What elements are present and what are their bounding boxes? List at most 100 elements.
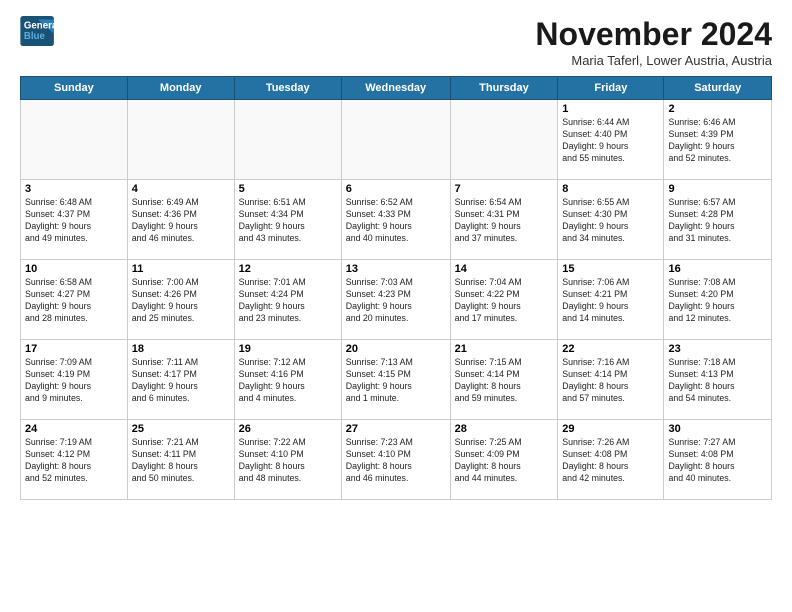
day-number: 27	[346, 423, 446, 435]
day-info: Sunrise: 7:18 AM Sunset: 4:13 PM Dayligh…	[668, 357, 767, 405]
header-thursday: Thursday	[450, 77, 558, 100]
header-saturday: Saturday	[664, 77, 772, 100]
day-number: 29	[562, 423, 659, 435]
cell-4-6: 30Sunrise: 7:27 AM Sunset: 4:08 PM Dayli…	[664, 420, 772, 500]
cell-2-1: 11 Sunrise: 7:00 AM Sunset: 4:26 PM Dayli…	[127, 260, 234, 340]
day-info: Sunrise: 7:06 AM Sunset: 4:21 PM Dayligh…	[562, 277, 659, 325]
cell-3-1: 18Sunrise: 7:11 AM Sunset: 4:17 PM Dayli…	[127, 340, 234, 420]
day-number: 24	[25, 423, 123, 435]
day-number: 9	[668, 183, 767, 195]
day-info: Sunrise: 7:00 AM Sunset: 4:26 PM Dayligh…	[132, 277, 230, 325]
day-info: Sunrise: 6:46 AM Sunset: 4:39 PM Dayligh…	[668, 117, 767, 165]
header: General Blue November 2024 Maria Taferl,…	[20, 16, 772, 68]
day-number: 18	[132, 343, 230, 355]
day-info: Sunrise: 7:12 AM Sunset: 4:16 PM Dayligh…	[239, 357, 337, 405]
day-number: 11	[132, 263, 230, 275]
day-info: Sunrise: 6:55 AM Sunset: 4:30 PM Dayligh…	[562, 197, 659, 245]
day-number: 25	[132, 423, 230, 435]
day-info: Sunrise: 6:54 AM Sunset: 4:31 PM Dayligh…	[455, 197, 554, 245]
cell-2-0: 10 Sunrise: 6:58 AM Sunset: 4:27 PM Dayli…	[21, 260, 128, 340]
day-number: 10	[25, 263, 123, 275]
cell-1-6: 9Sunrise: 6:57 AM Sunset: 4:28 PM Daylig…	[664, 180, 772, 260]
day-info: Sunrise: 6:44 AM Sunset: 4:40 PM Dayligh…	[562, 117, 659, 165]
day-info: Sunrise: 6:52 AM Sunset: 4:33 PM Dayligh…	[346, 197, 446, 245]
day-number: 20	[346, 343, 446, 355]
title-block: November 2024 Maria Taferl, Lower Austri…	[535, 16, 772, 68]
week-row-0: 1 Sunrise: 6:44 AM Sunset: 4:40 PM Daylig…	[21, 100, 772, 180]
logo: General Blue	[20, 16, 60, 46]
cell-1-4: 7Sunrise: 6:54 AM Sunset: 4:31 PM Daylig…	[450, 180, 558, 260]
day-info: Sunrise: 7:21 AM Sunset: 4:11 PM Dayligh…	[132, 437, 230, 485]
cell-2-2: 12 Sunrise: 7:01 AM Sunset: 4:24 PM Dayli…	[234, 260, 341, 340]
day-info: Sunrise: 7:26 AM Sunset: 4:08 PM Dayligh…	[562, 437, 659, 485]
cell-4-1: 25 Sunrise: 7:21 AM Sunset: 4:11 PM Dayli…	[127, 420, 234, 500]
cell-1-2: 5 Sunrise: 6:51 AM Sunset: 4:34 PM Daylig…	[234, 180, 341, 260]
logo-icon: General Blue	[20, 16, 56, 46]
day-info: Sunrise: 7:23 AM Sunset: 4:10 PM Dayligh…	[346, 437, 446, 485]
day-number: 28	[455, 423, 554, 435]
cell-2-6: 16Sunrise: 7:08 AM Sunset: 4:20 PM Dayli…	[664, 260, 772, 340]
day-number: 2	[668, 103, 767, 115]
cell-1-0: 3 Sunrise: 6:48 AM Sunset: 4:37 PM Daylig…	[21, 180, 128, 260]
header-monday: Monday	[127, 77, 234, 100]
header-wednesday: Wednesday	[341, 77, 450, 100]
day-info: Sunrise: 7:19 AM Sunset: 4:12 PM Dayligh…	[25, 437, 123, 485]
cell-1-1: 4 Sunrise: 6:49 AM Sunset: 4:36 PM Daylig…	[127, 180, 234, 260]
day-info: Sunrise: 6:51 AM Sunset: 4:34 PM Dayligh…	[239, 197, 337, 245]
cell-0-3	[341, 100, 450, 180]
page: General Blue November 2024 Maria Taferl,…	[0, 0, 792, 612]
cell-0-2	[234, 100, 341, 180]
day-info: Sunrise: 7:04 AM Sunset: 4:22 PM Dayligh…	[455, 277, 554, 325]
cell-3-2: 19 Sunrise: 7:12 AM Sunset: 4:16 PM Dayli…	[234, 340, 341, 420]
day-info: Sunrise: 7:01 AM Sunset: 4:24 PM Dayligh…	[239, 277, 337, 325]
week-row-2: 10 Sunrise: 6:58 AM Sunset: 4:27 PM Dayli…	[21, 260, 772, 340]
cell-4-2: 26 Sunrise: 7:22 AM Sunset: 4:10 PM Dayli…	[234, 420, 341, 500]
location-subtitle: Maria Taferl, Lower Austria, Austria	[535, 53, 772, 68]
cell-0-5: 1 Sunrise: 6:44 AM Sunset: 4:40 PM Daylig…	[558, 100, 664, 180]
day-info: Sunrise: 6:48 AM Sunset: 4:37 PM Dayligh…	[25, 197, 123, 245]
cell-2-5: 15 Sunrise: 7:06 AM Sunset: 4:21 PM Dayli…	[558, 260, 664, 340]
day-number: 19	[239, 343, 337, 355]
day-info: Sunrise: 6:58 AM Sunset: 4:27 PM Dayligh…	[25, 277, 123, 325]
day-info: Sunrise: 6:49 AM Sunset: 4:36 PM Dayligh…	[132, 197, 230, 245]
day-info: Sunrise: 7:25 AM Sunset: 4:09 PM Dayligh…	[455, 437, 554, 485]
cell-3-5: 22Sunrise: 7:16 AM Sunset: 4:14 PM Dayli…	[558, 340, 664, 420]
cell-3-3: 20Sunrise: 7:13 AM Sunset: 4:15 PM Dayli…	[341, 340, 450, 420]
day-number: 5	[239, 183, 337, 195]
day-number: 26	[239, 423, 337, 435]
cell-2-4: 14 Sunrise: 7:04 AM Sunset: 4:22 PM Dayli…	[450, 260, 558, 340]
day-number: 6	[346, 183, 446, 195]
day-number: 22	[562, 343, 659, 355]
day-number: 14	[455, 263, 554, 275]
month-title: November 2024	[535, 16, 772, 53]
calendar-header-row: Sunday Monday Tuesday Wednesday Thursday…	[21, 77, 772, 100]
day-number: 13	[346, 263, 446, 275]
header-tuesday: Tuesday	[234, 77, 341, 100]
day-number: 12	[239, 263, 337, 275]
cell-4-3: 27 Sunrise: 7:23 AM Sunset: 4:10 PM Dayli…	[341, 420, 450, 500]
cell-0-6: 2 Sunrise: 6:46 AM Sunset: 4:39 PM Daylig…	[664, 100, 772, 180]
day-number: 3	[25, 183, 123, 195]
svg-text:General: General	[24, 20, 56, 31]
cell-0-1	[127, 100, 234, 180]
cell-3-4: 21Sunrise: 7:15 AM Sunset: 4:14 PM Dayli…	[450, 340, 558, 420]
day-number: 8	[562, 183, 659, 195]
cell-0-4	[450, 100, 558, 180]
day-number: 17	[25, 343, 123, 355]
header-friday: Friday	[558, 77, 664, 100]
day-number: 21	[455, 343, 554, 355]
cell-2-3: 13 Sunrise: 7:03 AM Sunset: 4:23 PM Dayli…	[341, 260, 450, 340]
day-number: 15	[562, 263, 659, 275]
cell-1-3: 6 Sunrise: 6:52 AM Sunset: 4:33 PM Daylig…	[341, 180, 450, 260]
cell-3-0: 17 Sunrise: 7:09 AM Sunset: 4:19 PM Dayli…	[21, 340, 128, 420]
day-info: Sunrise: 7:03 AM Sunset: 4:23 PM Dayligh…	[346, 277, 446, 325]
day-number: 30	[668, 423, 767, 435]
week-row-3: 17 Sunrise: 7:09 AM Sunset: 4:19 PM Dayli…	[21, 340, 772, 420]
day-info: Sunrise: 7:09 AM Sunset: 4:19 PM Dayligh…	[25, 357, 123, 405]
calendar-table: Sunday Monday Tuesday Wednesday Thursday…	[20, 76, 772, 500]
day-number: 1	[562, 103, 659, 115]
header-sunday: Sunday	[21, 77, 128, 100]
day-number: 4	[132, 183, 230, 195]
day-info: Sunrise: 7:22 AM Sunset: 4:10 PM Dayligh…	[239, 437, 337, 485]
week-row-1: 3 Sunrise: 6:48 AM Sunset: 4:37 PM Daylig…	[21, 180, 772, 260]
